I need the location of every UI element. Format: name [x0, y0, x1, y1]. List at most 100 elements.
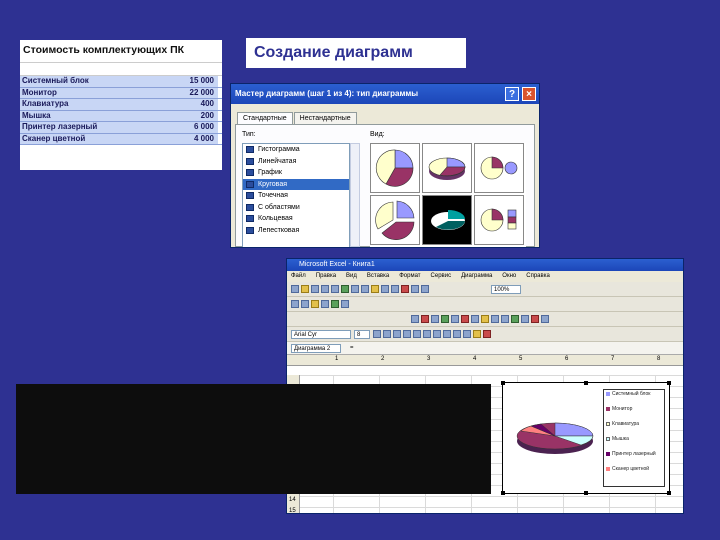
subtype-bar-of-pie-icon[interactable] — [474, 195, 524, 245]
toolbar-icon[interactable] — [521, 315, 529, 323]
align-center-icon[interactable] — [413, 330, 421, 338]
close-button[interactable]: × — [522, 87, 536, 101]
resize-handle[interactable] — [584, 491, 588, 495]
zoom-select[interactable]: 100% — [491, 284, 521, 294]
view-label: Вид: — [370, 131, 385, 138]
toolbar-icon[interactable] — [451, 315, 459, 323]
cut-icon[interactable] — [351, 285, 359, 293]
menu-edit[interactable]: Правка — [316, 271, 336, 282]
font-size-select[interactable]: 8 — [354, 329, 370, 339]
subtype-exploded-3d-pie-icon[interactable] — [422, 195, 472, 245]
list-item[interactable]: График — [243, 167, 349, 179]
resize-handle[interactable] — [501, 491, 505, 495]
menu-window[interactable]: Окно — [502, 271, 516, 282]
preview-icon[interactable] — [331, 285, 339, 293]
undo-icon[interactable] — [381, 285, 389, 293]
menu-view[interactable]: Вид — [346, 271, 357, 282]
resize-handle[interactable] — [667, 381, 671, 385]
toolbar-icon[interactable] — [481, 315, 489, 323]
type-list-scrollbar[interactable] — [350, 143, 360, 247]
bold-icon[interactable] — [373, 330, 381, 338]
chart-toolbar — [287, 312, 683, 327]
name-box[interactable]: Диаграмма 2 — [291, 343, 341, 353]
toolbar-icon[interactable] — [411, 315, 419, 323]
tab-standard[interactable]: Стандартные — [237, 112, 293, 124]
legend-item: Клавиатура — [604, 421, 664, 435]
menu-help[interactable]: Справка — [526, 271, 550, 282]
subtype-exploded-pie-icon[interactable] — [370, 195, 420, 245]
list-item[interactable]: Точечная — [243, 190, 349, 202]
fill-color-icon[interactable] — [473, 330, 481, 338]
chart-wizard-icon[interactable] — [401, 285, 409, 293]
spell-icon[interactable] — [341, 285, 349, 293]
redo-icon[interactable] — [391, 285, 399, 293]
toolbar-icon[interactable] — [531, 315, 539, 323]
menu-tools[interactable]: Сервис — [431, 271, 452, 282]
list-item[interactable]: Гистограмма — [243, 144, 349, 156]
excel-title: Microsoft Excel - Книга1 — [299, 261, 375, 268]
chart-wizard-dialog: Мастер диаграмм (шаг 1 из 4): тип диагра… — [230, 83, 540, 248]
menu-chart[interactable]: Диаграмма — [461, 271, 492, 282]
tab-custom[interactable]: Нестандартные — [293, 112, 357, 124]
toolbar-icon[interactable] — [431, 315, 439, 323]
align-right-icon[interactable] — [423, 330, 431, 338]
merge-icon[interactable] — [433, 330, 441, 338]
toolbar-icon[interactable] — [501, 315, 509, 323]
toolbar-icon[interactable] — [311, 300, 319, 308]
italic-icon[interactable] — [383, 330, 391, 338]
new-icon[interactable] — [291, 285, 299, 293]
name-box-bar: Диаграмма 2 = — [287, 342, 683, 355]
print-icon[interactable] — [321, 285, 329, 293]
save-icon[interactable] — [311, 285, 319, 293]
toolbar-icon[interactable] — [421, 315, 429, 323]
excel-menubar: Файл Правка Вид Вставка Формат Сервис Ди… — [287, 271, 683, 282]
list-item-selected[interactable]: Круговая — [243, 178, 349, 190]
subtype-pie-icon[interactable] — [370, 143, 420, 193]
chart-type-list[interactable]: Гистограмма Линейчатая График Круговая Т… — [242, 143, 350, 247]
align-left-icon[interactable] — [403, 330, 411, 338]
pie-3d-graphic — [516, 422, 594, 454]
toolbar-icon[interactable] — [471, 315, 479, 323]
toolbar-icon[interactable] — [301, 300, 309, 308]
resize-handle[interactable] — [584, 381, 588, 385]
toolbar-icon[interactable] — [331, 300, 339, 308]
list-item[interactable]: С областями — [243, 202, 349, 214]
list-item[interactable]: Лепестковая — [243, 225, 349, 237]
currency-icon[interactable] — [443, 330, 451, 338]
resize-handle[interactable] — [501, 381, 505, 385]
subtype-3d-pie-icon[interactable] — [422, 143, 472, 193]
subtype-pie-of-pie-icon[interactable] — [474, 143, 524, 193]
underline-icon[interactable] — [393, 330, 401, 338]
paste-icon[interactable] — [371, 285, 379, 293]
toolbar-icon[interactable] — [321, 300, 329, 308]
table-row: Сканер цветной 4 000 — [20, 133, 222, 145]
help-button[interactable]: ? — [505, 87, 519, 101]
fx-icon: = — [350, 345, 354, 351]
menu-file[interactable]: Файл — [291, 271, 306, 282]
wizard-title: Мастер диаграмм (шаг 1 из 4): тип диагра… — [235, 89, 419, 98]
font-color-icon[interactable] — [483, 330, 491, 338]
borders-icon[interactable] — [463, 330, 471, 338]
list-item[interactable]: Линейчатая — [243, 156, 349, 168]
menu-insert[interactable]: Вставка — [367, 271, 389, 282]
copy-icon[interactable] — [361, 285, 369, 293]
price-table: Стоимость комплектующих ПК Системный бло… — [20, 40, 222, 170]
chart-legend[interactable]: Системный блок Монитор Клавиатура Мышка … — [603, 389, 665, 487]
embedded-pie-chart[interactable]: Системный блок Монитор Клавиатура Мышка … — [501, 381, 671, 495]
menu-format[interactable]: Формат — [399, 271, 420, 282]
list-item[interactable]: Кольцевая — [243, 213, 349, 225]
percent-icon[interactable] — [453, 330, 461, 338]
toolbar-icon[interactable] — [541, 315, 549, 323]
toolbar-icon[interactable] — [491, 315, 499, 323]
chart-subtype-grid — [370, 143, 526, 247]
open-icon[interactable] — [301, 285, 309, 293]
toolbar-icon[interactable] — [341, 300, 349, 308]
resize-handle[interactable] — [667, 491, 671, 495]
toolbar-icon[interactable] — [291, 300, 299, 308]
toolbar-icon[interactable] — [441, 315, 449, 323]
toolbar-icon[interactable] — [511, 315, 519, 323]
font-name-select[interactable]: Arial Cyr — [291, 329, 351, 339]
sort-icon[interactable] — [411, 285, 419, 293]
toolbar-icon[interactable] — [461, 315, 469, 323]
autosum-icon[interactable] — [421, 285, 429, 293]
